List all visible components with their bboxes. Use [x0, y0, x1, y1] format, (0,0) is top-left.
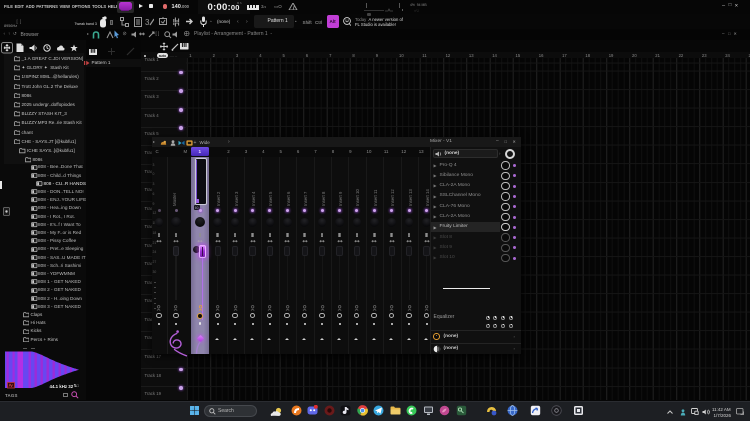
svg-text:3: 3 — [145, 18, 150, 27]
